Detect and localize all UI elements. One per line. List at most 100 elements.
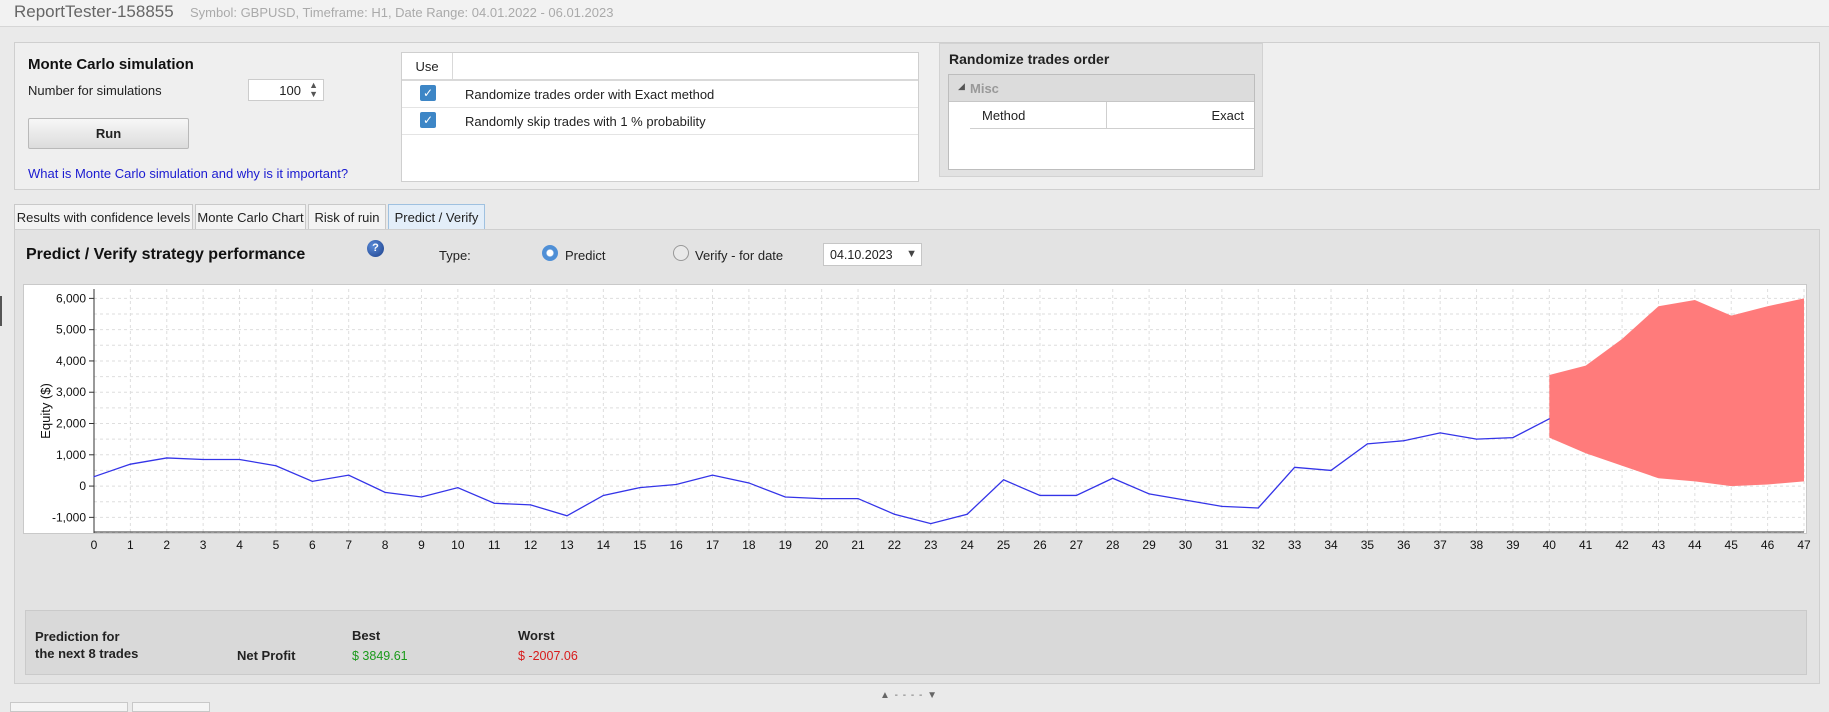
checkbox-checked-icon[interactable]: ✓ (420, 112, 436, 128)
x-tick-label: 16 (669, 538, 683, 552)
equity-point (1512, 436, 1514, 439)
simulations-stepper[interactable]: 100 ▲ ▼ (248, 79, 324, 101)
x-tick-label: 36 (1397, 538, 1411, 552)
y-tick-label: -1,000 (52, 510, 86, 524)
type-label: Type: (439, 248, 471, 263)
checkbox-checked-icon[interactable]: ✓ (420, 85, 436, 101)
equity-point (748, 482, 750, 484)
property-row-method[interactable]: Method Exact (970, 102, 1254, 129)
verify-date-select[interactable]: 04.10.2023 ▼ (823, 243, 922, 266)
y-tick-label: 2,000 (56, 417, 86, 431)
x-tick-label: 9 (418, 538, 425, 552)
dropdown-arrow-icon[interactable]: ▼ (906, 248, 917, 260)
net-profit-label: Net Profit (237, 648, 296, 663)
verify-radio-label[interactable]: Verify - for date (695, 248, 783, 263)
x-tick-label: 34 (1324, 538, 1338, 552)
equity-point (1221, 505, 1223, 508)
x-tick-label: 3 (199, 538, 207, 552)
tab-predict-verify[interactable]: Predict / Verify (388, 204, 485, 230)
equity-point (1294, 466, 1296, 468)
x-tick-label: 12 (523, 538, 538, 552)
randomize-title: Randomize trades order (949, 51, 1110, 67)
equity-point (1366, 443, 1369, 445)
equity-point (93, 476, 95, 478)
x-tick-label: 25 (996, 538, 1011, 552)
property-value[interactable]: Exact (1211, 108, 1244, 123)
x-tick-label: 17 (705, 538, 720, 552)
x-tick-label: 31 (1215, 538, 1229, 552)
x-tick-label: 1 (127, 538, 134, 552)
x-tick-label: 0 (90, 538, 98, 552)
x-tick-label: 47 (1797, 538, 1811, 552)
equity-point (457, 487, 459, 489)
equity-point (1039, 494, 1041, 497)
equity-point (238, 458, 241, 461)
y-tick-label: 5,000 (56, 323, 86, 337)
x-tick-label: 42 (1615, 538, 1629, 552)
equity-point (966, 513, 968, 515)
tab-monte-carlo-chart[interactable]: Monte Carlo Chart (195, 204, 306, 229)
panel-resize-handle[interactable]: ▲ - - - - ▼ (880, 690, 938, 701)
x-tick-label: 44 (1688, 538, 1702, 552)
stepper-arrows-icon[interactable]: ▲ ▼ (309, 81, 318, 99)
x-tick-label: 38 (1469, 538, 1484, 552)
report-meta: Symbol: GBPUSD, Timeframe: H1, Date Rang… (190, 5, 614, 20)
tab-risk-of-ruin[interactable]: Risk of ruin (308, 204, 386, 229)
property-category-misc[interactable]: ◢ Misc (949, 75, 1254, 102)
worst-header: Worst (518, 628, 555, 643)
x-tick-label: 27 (1069, 538, 1083, 552)
equity-point (275, 465, 277, 467)
bottom-tab-2[interactable] (132, 702, 210, 712)
x-tick-label: 29 (1142, 538, 1156, 552)
x-tick-label: 26 (1033, 538, 1047, 552)
run-button[interactable]: Run (28, 118, 189, 149)
equity-point (129, 463, 131, 465)
x-tick-label: 4 (236, 538, 243, 552)
randomize-settings-panel: Randomize trades order ◢ Misc Method Exa… (939, 43, 1263, 177)
x-tick-label: 33 (1287, 538, 1302, 552)
predict-radio-label[interactable]: Predict (565, 248, 605, 263)
equity-point (566, 515, 568, 517)
verify-date-value: 04.10.2023 (830, 248, 893, 262)
equity-point (1403, 440, 1405, 442)
equity-point (675, 483, 677, 486)
equity-point (857, 497, 859, 500)
help-icon[interactable]: ? (367, 240, 384, 257)
equity-point (893, 513, 896, 515)
option-row-randomize[interactable]: ✓ Randomize trades order with Exact meth… (402, 81, 918, 108)
equity-point (1112, 477, 1114, 479)
bottom-tab-1[interactable] (10, 702, 128, 712)
y-tick-label: 3,000 (56, 385, 86, 399)
prediction-summary-panel: Prediction for the next 8 trades Best Wo… (25, 610, 1807, 675)
x-tick-label: 32 (1251, 538, 1265, 552)
prediction-label-line2: the next 8 trades (35, 646, 139, 661)
prediction-label-line1: Prediction for (35, 629, 120, 644)
predict-radio[interactable] (542, 245, 558, 261)
y-tick-label: 6,000 (56, 291, 86, 305)
equity-point (1075, 494, 1077, 497)
x-tick-label: 24 (960, 538, 974, 552)
x-tick-label: 15 (633, 538, 647, 552)
use-column-header: Use (402, 53, 453, 79)
property-grid: ◢ Misc Method Exact (948, 74, 1255, 170)
simulations-value: 100 (279, 83, 301, 98)
monte-carlo-settings-panel: Monte Carlo simulation Number for simula… (14, 42, 1820, 190)
tab-results-confidence-levels[interactable]: Results with confidence levels (14, 204, 193, 229)
x-tick-label: 20 (814, 538, 829, 552)
options-table: Use ✓ Randomize trades order with Exact … (401, 52, 919, 182)
verify-radio[interactable] (673, 245, 689, 261)
monte-carlo-help-link[interactable]: What is Monte Carlo simulation and why i… (28, 166, 348, 181)
y-axis-label: Equity ($) (38, 383, 53, 439)
equity-chart-svg: -1,000 0 1,000 2,000 3,000 4,000 5,000 6,000 Equ… (38, 289, 1805, 534)
equity-point (1548, 418, 1550, 420)
equity-point (529, 504, 532, 506)
option-row-skip-trades[interactable]: ✓ Randomly skip trades with 1 % probabil… (402, 108, 918, 135)
monte-carlo-title: Monte Carlo simulation (28, 56, 194, 73)
options-table-header: Use (402, 53, 918, 81)
x-tick-label: 19 (778, 538, 792, 552)
collapse-triangle-icon[interactable]: ◢ (958, 81, 965, 92)
option-label: Randomize trades order with Exact method (465, 87, 715, 102)
equity-point (821, 497, 823, 500)
equity-chart: -1,000 0 1,000 2,000 3,000 4,000 5,000 6,000 Equ… (23, 284, 1807, 534)
splitter-edge (0, 296, 2, 326)
